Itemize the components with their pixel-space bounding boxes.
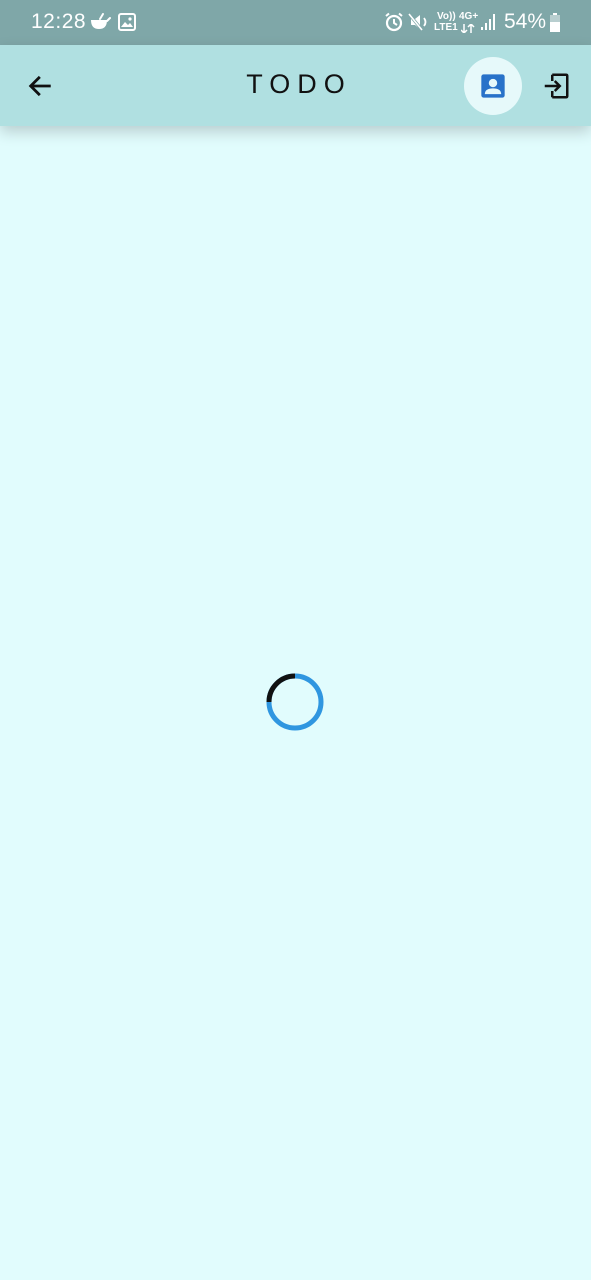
alarm-icon: [385, 12, 403, 32]
content-area: [0, 126, 591, 1280]
app-bar: TODO: [0, 45, 591, 126]
battery-percent: 54%: [503, 10, 546, 33]
screen: 12:28 Vo)) LTE1 4G+ 54% TODO: [0, 0, 591, 1280]
signal-icon: [481, 14, 495, 30]
account-box-icon: [481, 74, 505, 98]
logout-button[interactable]: [534, 64, 578, 108]
teapot-icon: [91, 13, 111, 29]
network-label: 4G+: [459, 11, 479, 22]
volte-label: Vo)): [437, 11, 456, 22]
logout-icon: [544, 73, 569, 99]
profile-button[interactable]: [464, 57, 522, 115]
battery-icon: [550, 13, 560, 32]
status-bar: 12:28 Vo)) LTE1 4G+ 54%: [0, 0, 591, 45]
data-arrows-icon: [461, 24, 475, 33]
gallery-icon: [118, 13, 136, 31]
status-time: 12:28: [31, 10, 87, 33]
mute-icon: [408, 13, 427, 31]
lte-label: LTE1: [434, 22, 458, 33]
loading-spinner: [266, 673, 324, 731]
